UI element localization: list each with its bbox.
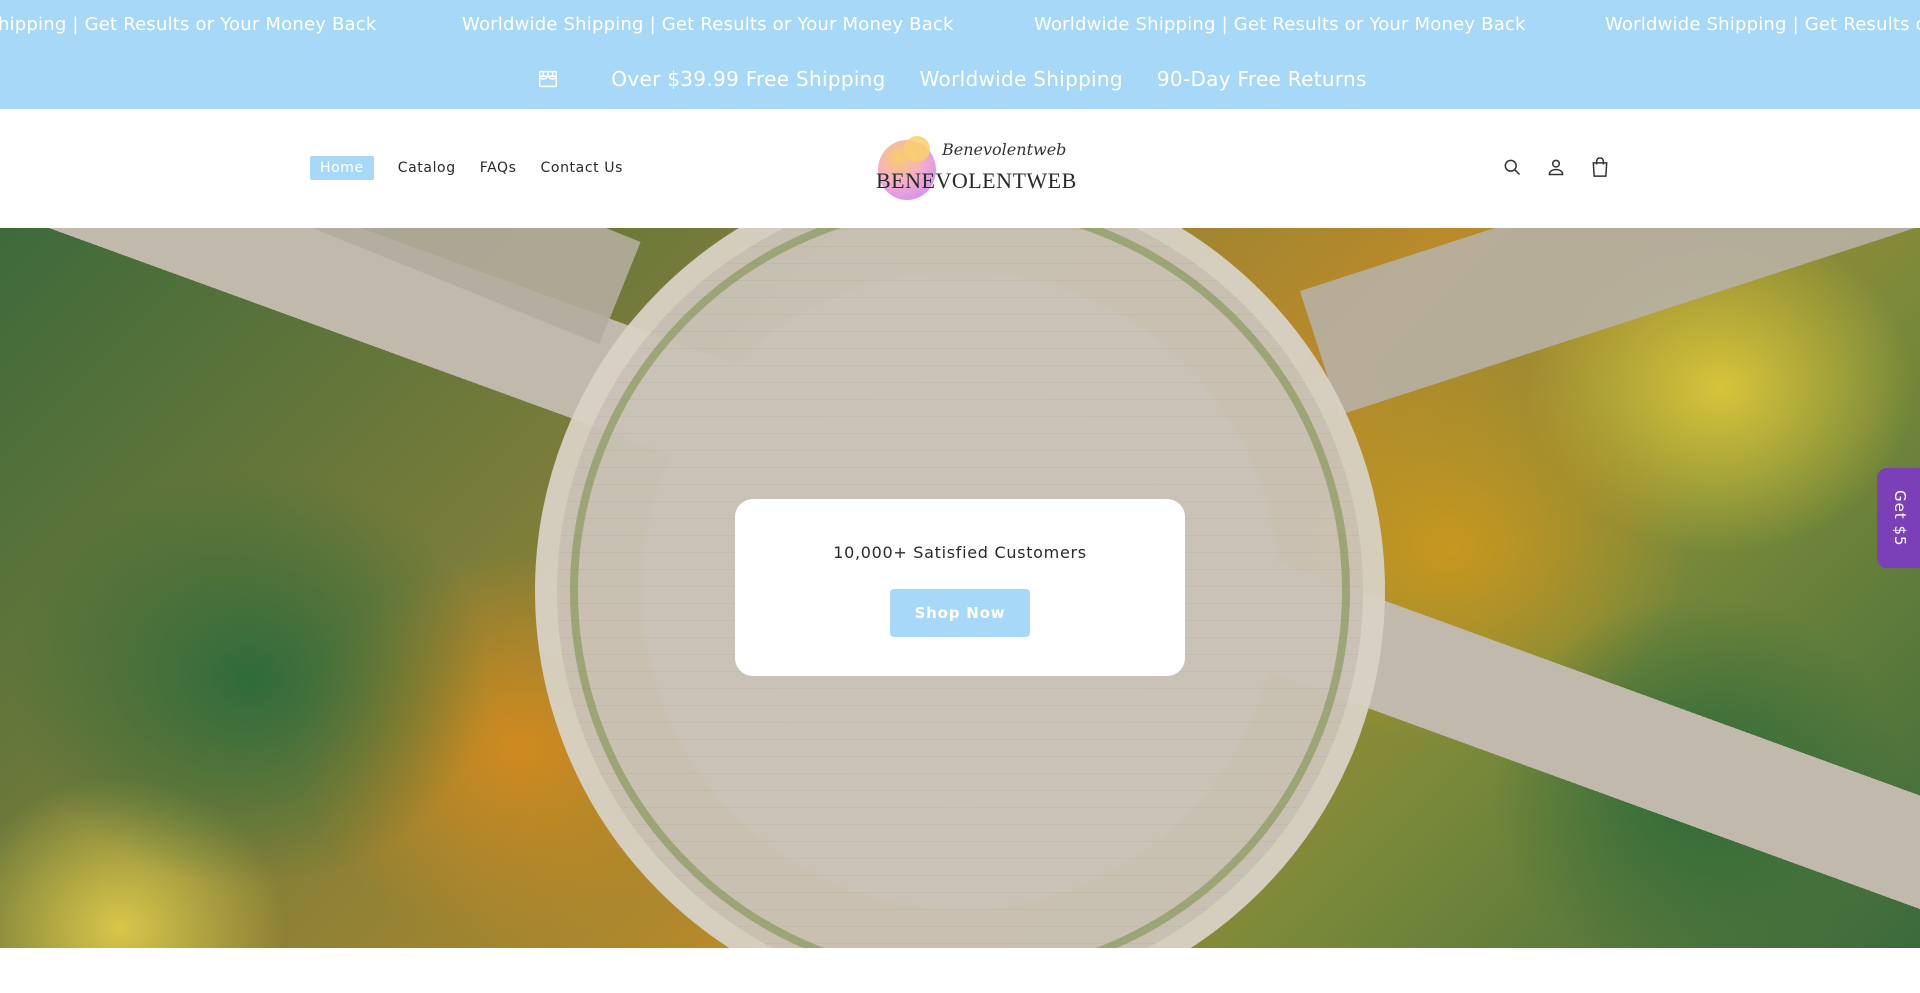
cart-icon[interactable] [1588,155,1612,179]
announcement-bar: hipping | Get Results or Your Money Back… [0,0,1920,109]
header-icons [1500,155,1632,179]
marquee-text: Worldwide Shipping | Get Results or Your… [462,14,954,35]
logo-script-text: Benevolentweb [942,140,1067,159]
hero-path [0,228,641,344]
page-below [0,948,1920,993]
usp-worldwide: Worldwide Shipping [919,67,1123,91]
nav-faqs[interactable]: FAQs [480,160,517,176]
site-header: Home Catalog FAQs Contact Us Benevolentw… [0,109,1920,228]
main-nav: Home Catalog FAQs Contact Us [310,156,647,180]
get-5-tab[interactable]: Get $5 [1877,468,1920,568]
hero-banner: 10,000+ Satisfied Customers Shop Now [0,228,1920,948]
nav-home[interactable]: Home [310,156,374,180]
nav-contact-us[interactable]: Contact Us [541,160,623,176]
promo-card: 10,000+ Satisfied Customers Shop Now [735,499,1185,676]
marquee-banner: hipping | Get Results or Your Money Back… [0,0,1920,50]
promo-text: 10,000+ Satisfied Customers [833,543,1087,562]
hero-path [1299,228,1920,415]
logo-blob-accent [904,136,930,162]
logo-wordmark: BENEVOLENTWEB [876,168,1077,193]
get-5-label: Get $5 [1891,489,1909,547]
usp-free-shipping: Over $39.99 Free Shipping [611,67,886,91]
marquee-text: Worldwide Shipping | Get Results or [1605,14,1920,35]
search-icon[interactable] [1500,155,1524,179]
store-icon [536,67,560,91]
usp-row: Over $39.99 Free Shipping Worldwide Ship… [0,58,1920,100]
account-icon[interactable] [1544,155,1568,179]
nav-catalog[interactable]: Catalog [398,160,456,176]
usp-returns: 90-Day Free Returns [1156,67,1367,91]
marquee-text: Worldwide Shipping | Get Results or Your… [1034,14,1526,35]
marquee-text: hipping | Get Results or Your Money Back [0,14,377,35]
site-logo[interactable]: Benevolentweb BENEVOLENTWEB [872,136,1076,204]
shop-now-button[interactable]: Shop Now [890,589,1030,637]
